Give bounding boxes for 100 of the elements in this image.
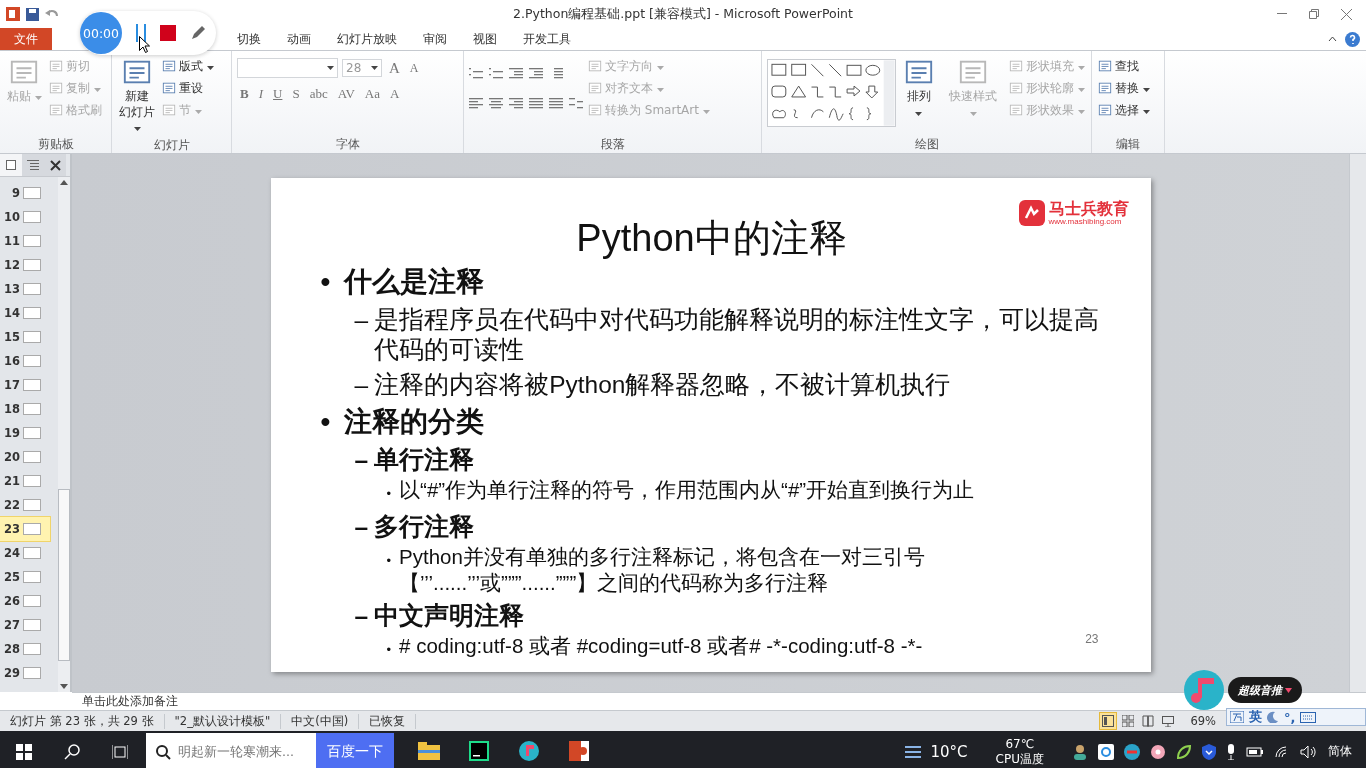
slide-thumbnail[interactable]: 14: [0, 301, 50, 325]
align-right-icon[interactable]: [509, 97, 523, 109]
ime-mode[interactable]: 英: [1249, 708, 1262, 726]
slide-thumbnail[interactable]: 25: [0, 565, 50, 589]
ribbon-tab[interactable]: 动画: [274, 28, 324, 50]
justify-icon[interactable]: [529, 97, 543, 109]
format-button[interactable]: I: [255, 86, 266, 102]
scrollbar[interactable]: [1349, 154, 1366, 692]
save-icon[interactable]: [26, 7, 39, 21]
slide-thumbnail[interactable]: 15: [0, 325, 50, 349]
scroll-up-icon[interactable]: [60, 180, 68, 185]
slide-thumbnail[interactable]: 28: [0, 637, 50, 661]
font-name-field[interactable]: [237, 58, 338, 78]
weather-temperature[interactable]: 10°C: [930, 742, 968, 761]
slide-thumbnail[interactable]: 10: [0, 205, 50, 229]
increase-indent-icon[interactable]: [529, 67, 543, 79]
scroll-down-icon[interactable]: [60, 684, 68, 689]
decrease-indent-icon[interactable]: [509, 67, 523, 79]
format-button[interactable]: AV: [334, 86, 358, 102]
tray-music-icon[interactable]: [1124, 743, 1140, 760]
slide-thumbnail[interactable]: 22: [0, 493, 50, 517]
microphone-icon[interactable]: [1226, 743, 1236, 760]
format-button[interactable]: U: [270, 86, 286, 102]
minimize-icon[interactable]: [1277, 13, 1287, 15]
ribbon-tab[interactable]: 幻灯片放映: [324, 28, 410, 50]
input-method[interactable]: 简体: [1328, 743, 1352, 760]
music-note-icon[interactable]: [1182, 668, 1226, 712]
keyboard-icon[interactable]: [1300, 711, 1317, 723]
align-center-icon[interactable]: [489, 97, 503, 109]
slides-tab[interactable]: [0, 154, 22, 176]
view-button[interactable]: [1100, 713, 1117, 729]
slide-thumbnail[interactable]: 23: [0, 517, 50, 541]
bullet-list-icon[interactable]: [469, 67, 483, 79]
tray-person-icon[interactable]: [1072, 743, 1088, 760]
web-search-field[interactable]: 明起新一轮寒潮来...: [146, 733, 316, 768]
shrink-font-button[interactable]: A: [406, 60, 422, 76]
slide-thumbnail[interactable]: 21: [0, 469, 50, 493]
ribbon-tab[interactable]: 开发工具: [510, 28, 584, 50]
slide-thumbnail[interactable]: 17: [0, 373, 50, 397]
ribbon-tab[interactable]: 审阅: [410, 28, 460, 50]
caret-icon: [327, 66, 334, 70]
ribbon-button[interactable]: 重设: [161, 77, 215, 99]
pen-icon[interactable]: [190, 25, 206, 41]
slide-thumbnail[interactable]: 18: [0, 397, 50, 421]
slide-thumbnail[interactable]: 27: [0, 613, 50, 637]
ribbon-button[interactable]: 选择: [1097, 99, 1151, 121]
close-pane-button[interactable]: [44, 154, 66, 176]
web-search-button[interactable]: 百度一下: [316, 733, 394, 768]
menu-icon[interactable]: [904, 744, 921, 759]
format-button[interactable]: B: [237, 86, 252, 102]
slide-thumbnail[interactable]: 12: [0, 253, 50, 277]
grow-font-button[interactable]: A: [386, 59, 403, 77]
ribbon-large-button[interactable]: 排列: [899, 55, 938, 137]
align-left-icon[interactable]: [469, 97, 483, 109]
group-label: 幻灯片: [152, 137, 191, 153]
slide-thumbnail[interactable]: 11: [0, 229, 50, 253]
ribbon-tab[interactable]: 切换: [224, 28, 274, 50]
format-button[interactable]: A: [386, 86, 403, 102]
tray-flower-icon[interactable]: [1150, 743, 1166, 760]
slide-thumbnail[interactable]: 24: [0, 541, 50, 565]
ime-punctuation[interactable]: °,: [1284, 709, 1296, 725]
ribbon-button[interactable]: 版式: [161, 55, 215, 77]
slide-thumbnail[interactable]: 13: [0, 277, 50, 301]
numbered-list-icon[interactable]: [489, 67, 503, 79]
tray-leaf-icon[interactable]: [1176, 743, 1192, 760]
ribbon-tab[interactable]: 文件: [0, 28, 52, 50]
ribbon-large-button[interactable]: 新建 幻灯片: [117, 55, 157, 138]
ime-logo-icon[interactable]: [1230, 711, 1244, 723]
ribbon-button[interactable]: 查找: [1097, 55, 1151, 77]
slide-thumbnail[interactable]: 16: [0, 349, 50, 373]
battery-icon[interactable]: [1246, 745, 1264, 758]
slide-thumbnail[interactable]: 19: [0, 421, 50, 445]
distributed-icon[interactable]: [549, 97, 563, 109]
columns-icon[interactable]: [569, 97, 583, 109]
music-widget[interactable]: 超级音推: [1228, 677, 1302, 703]
scroll-thumb[interactable]: [58, 488, 70, 661]
ribbon-button[interactable]: 替换: [1097, 77, 1151, 99]
zoom-level[interactable]: 69%: [1190, 714, 1216, 728]
format-button[interactable]: S: [289, 86, 303, 102]
slide-thumbnail[interactable]: 20: [0, 445, 50, 469]
ribbon-tab[interactable]: 视图: [460, 28, 510, 50]
collapse-ribbon-icon[interactable]: [1328, 36, 1337, 42]
pause-icon[interactable]: [136, 24, 146, 42]
view-button[interactable]: [1160, 713, 1177, 729]
moon-icon[interactable]: [1267, 711, 1279, 723]
help-icon[interactable]: [1345, 31, 1360, 47]
tray-app-icon[interactable]: [1098, 743, 1114, 760]
volume-icon[interactable]: [1300, 744, 1318, 759]
slide-thumbnail[interactable]: 9: [0, 181, 50, 205]
outline-tab[interactable]: [22, 154, 44, 176]
format-button[interactable]: Aa: [361, 86, 383, 102]
shape-gallery[interactable]: [767, 59, 896, 127]
slide-thumbnail[interactable]: 29: [0, 661, 50, 685]
shield-icon[interactable]: [1202, 743, 1216, 760]
close-icon[interactable]: [1341, 8, 1352, 20]
slide-thumbnail[interactable]: 26: [0, 589, 50, 613]
format-button[interactable]: abc: [306, 86, 331, 102]
view-button[interactable]: [1120, 713, 1137, 729]
view-button[interactable]: [1140, 713, 1157, 729]
restore-icon[interactable]: [1309, 9, 1319, 19]
